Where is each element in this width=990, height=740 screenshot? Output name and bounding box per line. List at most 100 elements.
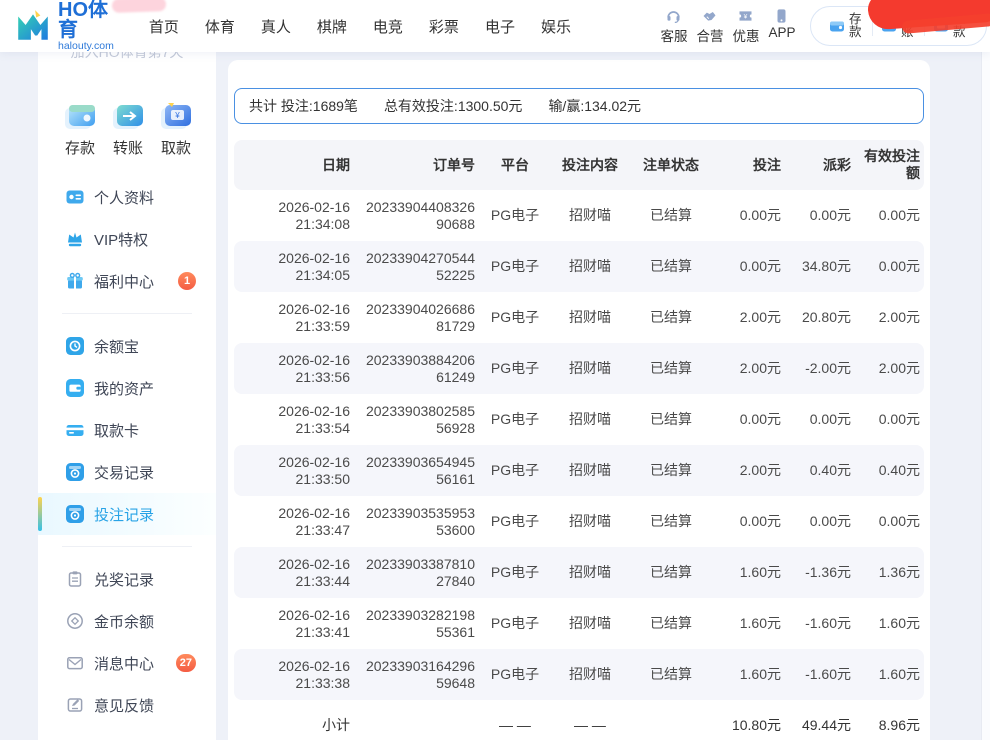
header-quick-links: 客服 合营 ¥ 优惠 APP [656,8,800,45]
cell-platform: PG电子 [479,649,551,700]
cell-order-number: 20233903282198 55361 [365,606,475,640]
col-header-5: 投注 [713,140,785,190]
mail-icon [66,654,84,672]
nav-item-1[interactable]: 体育 [192,16,248,37]
sidebar-item-label: 投注记录 [94,506,155,524]
cell-bet-amount: 2.00元 [739,309,781,325]
cell-payout: 0.00元 [809,207,851,223]
quick-link-合营[interactable]: 合营 [692,8,728,45]
sidebar-item-我的资产[interactable]: 我的资产 [38,367,216,409]
sidebar-item-意见反馈[interactable]: 意见反馈 [38,684,216,726]
notification-badge: 1 [178,272,196,290]
col-header-7: 有效投注额 [855,140,924,190]
cell-bet-content: 招财喵 [569,513,611,529]
col-header-3: 投注内容 [551,140,629,190]
summary-winloss: 输/赢:134.02元 [548,98,642,114]
sidebar-item-个人资料[interactable]: 个人资料 [38,176,216,218]
quick-link-优惠[interactable]: ¥ 优惠 [728,8,764,45]
sidebar-item-投注记录[interactable]: 投注记录 [38,493,216,535]
withdraw-3d-icon: ¥ [158,100,194,134]
sidebar-item-label: 意见反馈 [94,697,155,715]
sidebar-divider [62,313,192,314]
sidebar-item-label: 取款卡 [94,422,140,440]
page-scrollbar[interactable] [981,52,990,740]
main-nav: 首页 体育 真人 棋牌 电竞 彩票 电子 娱乐 [136,16,584,37]
table-header-row: 日期 订单号 平台 投注内容 注单状态 投注 派彩 有效投注额 [234,140,924,190]
cell-bet-amount: 2.00元 [713,343,785,394]
table-row: 2026-02-16 21:33:47 20233903535953 53600 PG电… [234,496,924,547]
cell-bet-content: 招财喵 [569,615,611,631]
cell-payout: 34.80元 [785,241,855,292]
sidebar-item-余额宝[interactable]: 余额宝 [38,325,216,367]
cell-datetime: 2026-02-16 21:33:44 [234,547,354,598]
table-row: 2026-02-16 21:33:59 20233904026686 81729 PG电… [234,292,924,343]
brand-logo[interactable]: HO体育 halouty.com [14,0,114,52]
feedback-icon [66,696,84,714]
table-row: 2026-02-16 21:34:08 20233904408326 90688 PG电… [234,190,924,241]
nav-item-4[interactable]: 电竞 [360,16,416,37]
cell-datetime: 2026-02-16 21:33:50 [234,445,354,496]
footer-valid-total: 8.96元 [878,717,920,733]
cell-valid-bet: 2.00元 [855,343,924,394]
sidebar-item-消息中心[interactable]: 消息中心 27 [38,642,216,684]
nav-item-3[interactable]: 棋牌 [304,16,360,37]
crown-icon [66,230,84,248]
pill-item-0[interactable]: 存款 [821,13,872,39]
table-footer-row: 小计 — — — — 10.80元 49.44元 8.96元 [234,700,924,740]
footer-platform-dash: — — [499,717,531,733]
brand-name: HO体育 [58,0,108,41]
cell-status: 已结算 [629,241,713,292]
bank-card-icon [66,421,84,439]
footer-content-dash: — — [574,717,606,733]
sidebar-item-label: 个人资料 [94,189,155,207]
bet-records-table: 日期 订单号 平台 投注内容 注单状态 投注 派彩 有效投注额 2026-02-16 21:34… [234,140,924,740]
sidebar-quick-label: 存款 [64,140,95,157]
col-header-4: 注单状态 [629,140,713,190]
sidebar-item-交易记录[interactable]: 交易记录 [38,451,216,493]
cell-bet-amount: 0.00元 [713,241,785,292]
sidebar-item-VIP特权[interactable]: VIP特权 [38,218,216,260]
bet-records-panel: 共计 投注:1689笔 总有效投注:1300.50元 输/赢:134.02元 日… [228,60,930,740]
sidebar-quick-label: 转账 [112,140,143,157]
nav-item-2[interactable]: 真人 [248,16,304,37]
quick-link-label: APP [768,24,796,40]
headset-icon [656,8,692,25]
sidebar-item-兑奖记录[interactable]: 兑奖记录 [38,558,216,600]
sidebar-quick-2[interactable]: ¥ 取款 [158,100,194,158]
sidebar-item-金币余额[interactable]: 金币余额 [38,600,216,642]
cell-order-number: 20233903535953 53600 [365,504,475,538]
cell-status: 已结算 [629,547,713,598]
nav-item-0[interactable]: 首页 [136,16,192,37]
sidebar-menu: 个人资料 VIP特权 福利中心 1 余额宝 我的资产取款卡交易记录投注记录兑奖记录 金币余额… [38,176,216,726]
cell-datetime: 2026-02-16 21:33:47 [278,504,350,538]
table-row: 2026-02-16 21:33:41 20233903282198 55361 PG电… [234,598,924,649]
table-row: 2026-02-16 21:33:38 20233903164296 59648 PG电… [234,649,924,700]
deposit-mini-icon [829,18,845,34]
nav-item-5[interactable]: 彩票 [416,16,472,37]
sidebar-quick-0[interactable]: 存款 [62,100,98,158]
sidebar-quick-1[interactable]: 转账 [110,100,146,158]
cell-bet-amount: 1.60元 [713,547,785,598]
quick-link-客服[interactable]: 客服 [656,8,692,45]
quick-link-APP[interactable]: APP [764,8,800,45]
col-header-6: 派彩 [785,140,855,190]
sidebar-item-取款卡[interactable]: 取款卡 [38,409,216,451]
footer-empty [629,700,713,740]
cell-order-number: 20233903654945 56161 [354,445,479,496]
nav-item-7[interactable]: 娱乐 [528,16,584,37]
nav-item-6[interactable]: 电子 [472,16,528,37]
cell-bet-amount: 1.60元 [713,649,785,700]
record-tile-icon [66,463,84,481]
cell-payout: 20.80元 [801,309,851,325]
cell-datetime: 2026-02-16 21:33:59 [278,300,350,334]
sidebar-item-label: 消息中心 [94,655,155,673]
cell-bet-content: 招财喵 [551,445,629,496]
cell-order-number: 20233903802585 56928 [365,402,475,436]
table-row: 2026-02-16 21:33:44 20233903387810 27840 PG电… [234,547,924,598]
cell-order-number: 20233903884206 61249 [354,343,479,394]
coupon-icon: ¥ [728,8,764,25]
cell-datetime: 2026-02-16 21:33:41 [278,606,350,640]
cell-bet-content: 招财喵 [569,207,611,223]
cell-order-number: 20233903387810 27840 [354,547,479,598]
sidebar-item-福利中心[interactable]: 福利中心 1 [38,260,216,302]
